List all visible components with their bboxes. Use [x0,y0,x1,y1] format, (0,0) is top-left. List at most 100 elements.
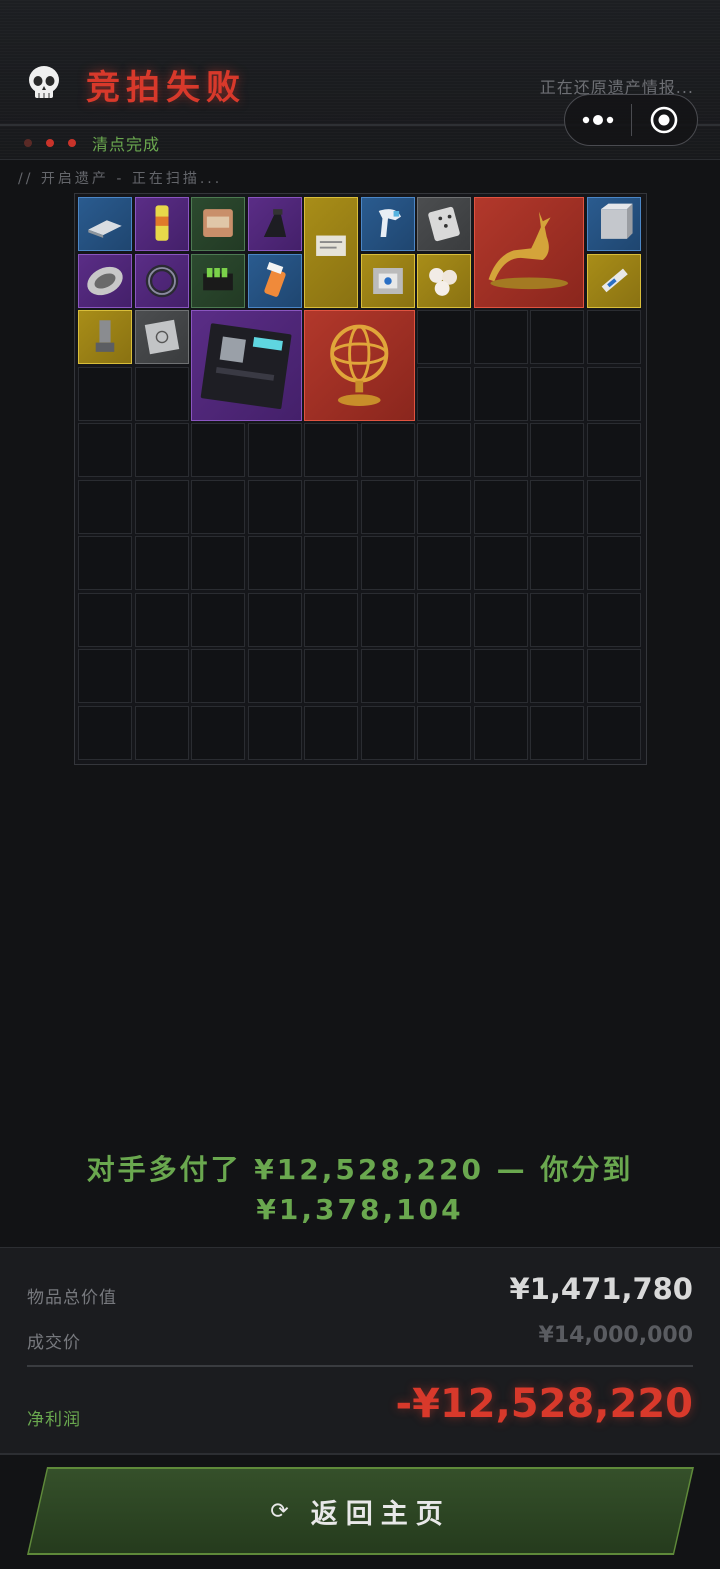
documents-icon [316,235,346,256]
grid-cell [134,423,189,477]
item-playing-cards[interactable] [417,197,471,251]
item-metal-plate[interactable] [134,310,189,364]
grid-cell [530,649,584,703]
item-snack-bag[interactable] [191,197,245,251]
grid-cell [304,536,358,590]
item-energy-drink-can[interactable] [134,197,189,251]
item-server-block[interactable] [586,197,641,251]
grid-cell [360,536,415,590]
item-usb-drive[interactable] [586,253,641,308]
grid-cell [360,592,415,647]
total-value: ¥1,471,780 [509,1272,693,1306]
grid-cell [473,310,528,364]
grid-cell [530,479,584,534]
grid-cell [78,536,132,590]
grid-cell [191,592,245,647]
total-value-label: 物品总价值 [27,1288,117,1308]
grid-cell [78,366,132,421]
grid-cell [530,423,584,477]
item-armillary-sphere[interactable] [304,310,415,421]
grid-cell [417,479,471,534]
title-row: 竞拍失败 [24,58,246,110]
grid-cell [417,423,471,477]
grid-cell [247,592,302,647]
inhaler-icon [95,320,115,352]
grid-cell [473,479,528,534]
grid-cell [191,479,245,534]
grid-cell [473,705,528,760]
net-profit-value: -¥12,528,220 [395,1381,693,1427]
item-inhaler[interactable] [78,310,132,364]
item-aluminum-ingot[interactable] [78,197,132,251]
grid-cell [360,423,415,477]
energy-drink-can-icon [155,205,168,241]
item-smart-ring[interactable] [134,253,189,308]
armillary-sphere-icon [330,324,389,406]
grid-cell [247,479,302,534]
grid-cell [78,423,132,477]
golden-deer-statue-icon [488,211,568,290]
item-pearls[interactable] [417,253,471,308]
grid-cell [360,705,415,760]
grid-cell [586,366,641,421]
item-phone-stand[interactable] [247,197,302,251]
summary-panel: 物品总价值 ¥1,471,780 成交价 ¥14,000,000 净利润 -¥1… [0,1247,720,1455]
item-documents[interactable] [304,197,358,308]
grid-cell [191,649,245,703]
item-motherboard[interactable] [191,310,302,421]
grid-cell [78,592,132,647]
page-title: 竞拍失败 [86,67,246,108]
grid-cell [473,592,528,647]
grid-cell [417,366,471,421]
result-line-2: ¥1,378,104 [256,1193,464,1226]
grid-cell [247,649,302,703]
item-golden-deer-statue[interactable] [473,197,584,308]
grid-cell [530,705,584,760]
grid-cell [304,592,358,647]
result-line-1: 对手多付了 ¥12,528,220 — 你分到 [86,1153,634,1186]
grid-cell [586,592,641,647]
grid-cell [473,649,528,703]
grid-cell [417,649,471,703]
item-ir-thermometer[interactable] [360,197,415,251]
item-battery-pack[interactable] [191,253,245,308]
grid-cell [78,479,132,534]
grid-cell [417,310,471,364]
return-home-button[interactable]: ⟳ 返回主页 [29,1469,692,1553]
item-cpu-chip[interactable] [360,253,415,308]
grid-cell [134,536,189,590]
playing-cards-icon [428,206,460,242]
ir-thermometer-icon [378,209,401,237]
grid-cell [247,705,302,760]
close-button[interactable] [632,95,698,145]
grid-cell [417,536,471,590]
grid-cell [586,479,641,534]
item-stone-egg[interactable] [78,253,132,308]
grid-cell [586,536,641,590]
item-pill-bottle[interactable] [247,253,302,308]
grid-cell [586,423,641,477]
cpu-chip-icon [372,267,403,294]
grid-cell [134,479,189,534]
grid-cell [360,479,415,534]
deal-price-label: 成交价 [27,1333,81,1353]
aluminum-ingot-icon [88,220,122,238]
grid-cell [247,423,302,477]
server-block-icon [600,203,633,239]
grid-cell [304,705,358,760]
more-button[interactable] [565,95,631,145]
inventory-grid [74,193,647,765]
grid-cell [473,366,528,421]
status-label: 清点完成 [92,135,161,154]
grid-cell [586,705,641,760]
grid-cell [417,592,471,647]
grid-cell [473,536,528,590]
grid-cell [78,705,132,760]
grid-cell [247,536,302,590]
usb-drive-icon [601,268,628,292]
skull-icon [29,66,59,98]
grid-cell [530,310,584,364]
grid-cell [586,310,641,364]
deal-price: ¥14,000,000 [538,1323,693,1348]
grid-cell [530,592,584,647]
